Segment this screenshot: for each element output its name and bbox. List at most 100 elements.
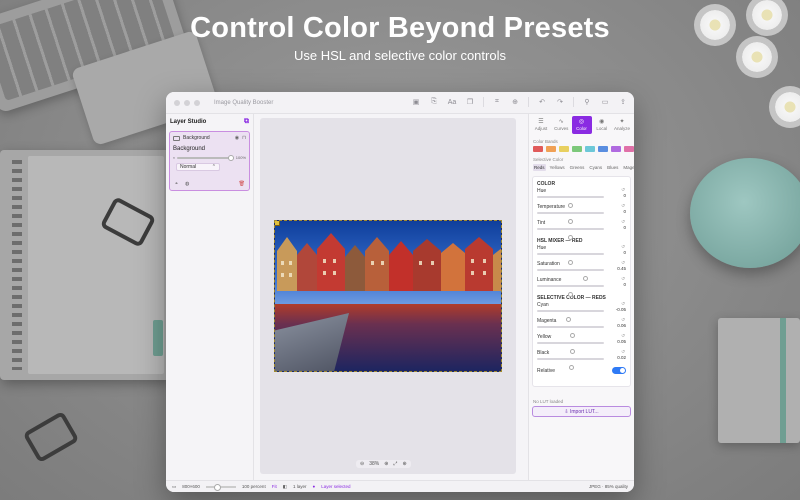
fx-icon[interactable]: ◍ <box>185 181 189 187</box>
add-layer-icon[interactable]: ⧉ <box>244 118 249 126</box>
slider-value[interactable]: 0 <box>606 282 626 287</box>
canvas-size[interactable]: 800×600 <box>182 484 200 489</box>
selective-tab-yellows[interactable]: Yellows <box>549 164 566 171</box>
close-window-button[interactable] <box>174 99 180 106</box>
photo-layer[interactable] <box>274 220 502 372</box>
zoom-out-icon[interactable]: ⊖ <box>360 461 364 467</box>
selective-tab-magen[interactable]: Magen <box>622 164 634 171</box>
color-band-swatch[interactable] <box>585 146 595 152</box>
color-band-swatch[interactable] <box>572 146 582 152</box>
lock-icon[interactable]: ⊓ <box>242 135 246 141</box>
slider-knob[interactable] <box>568 292 573 297</box>
relative-toggle[interactable] <box>612 367 626 374</box>
import-lut-button[interactable]: ⇩ Import LUT... <box>532 406 631 417</box>
slider-row: Temperature ↺ 0 <box>537 203 626 224</box>
tab-label: Local <box>596 126 608 131</box>
slider-track[interactable] <box>537 269 604 281</box>
visibility-eye-icon[interactable]: ◉ <box>235 135 239 141</box>
slider-value[interactable]: 0.06 <box>606 323 626 328</box>
fit-screen-icon[interactable]: ⤢ <box>393 461 397 467</box>
canvas-size-icon: ▭ <box>172 483 177 489</box>
blend-mode-select[interactable]: Normal ⌃ <box>176 163 220 171</box>
slider-value[interactable]: 0.45 <box>606 266 626 271</box>
flower-prop <box>775 92 800 122</box>
duplicate-icon[interactable]: ❐ <box>465 98 475 106</box>
minimize-window-button[interactable] <box>184 99 190 106</box>
redo-icon[interactable]: ↷ <box>555 98 565 106</box>
layer-title: Background <box>183 135 210 141</box>
tab-color[interactable]: ◎ Color <box>571 116 592 134</box>
color-band-swatch[interactable] <box>533 146 543 152</box>
slider-row: Yellow ↺ 0.05 <box>537 333 626 354</box>
zoom-controls: ⊖ 38% ⊕ ⤢ ⊕ <box>356 460 411 468</box>
slider-knob[interactable] <box>568 365 574 370</box>
layer-name-field[interactable]: Background <box>173 146 246 152</box>
slider-track[interactable] <box>537 253 604 265</box>
text-icon[interactable]: Aa <box>447 99 457 106</box>
slider-value[interactable]: 0 <box>606 193 626 198</box>
slider-track[interactable] <box>537 285 604 297</box>
slider-value[interactable]: 0.05 <box>606 339 626 344</box>
slider-track[interactable] <box>537 310 604 322</box>
canvas-area[interactable]: ⊖ 38% ⊕ ⤢ ⊕ <box>260 118 516 474</box>
slider-track[interactable] <box>537 228 604 240</box>
zoom-in-icon[interactable]: ⊕ <box>384 461 388 467</box>
zoom-slider[interactable] <box>205 484 236 491</box>
stamp-icon[interactable]: ⎘ <box>429 98 439 106</box>
slider-label: Black <box>537 350 550 356</box>
undo-icon[interactable]: ↶ <box>537 98 547 106</box>
slider-track[interactable] <box>537 212 604 224</box>
slider-value[interactable]: 0 <box>606 250 626 255</box>
slider-label: Hue <box>537 245 547 251</box>
slider-label: Luminance <box>537 277 562 283</box>
tab-local[interactable]: ◉ Local <box>592 116 612 134</box>
crop-icon[interactable]: ⌗ <box>492 98 502 106</box>
adjust-tab-icon: ☰ <box>538 119 544 125</box>
mask-icon[interactable]: ◓ <box>175 181 178 187</box>
tab-curves[interactable]: ∿ Curves <box>551 116 571 134</box>
slider-value[interactable]: 0 <box>606 209 626 214</box>
slider-knob[interactable] <box>568 235 573 240</box>
slider-track[interactable] <box>537 358 604 370</box>
color-band-swatch[interactable] <box>559 146 569 152</box>
file-format-info: JPEG · 85% quality <box>588 484 628 489</box>
import-icon: ⇩ <box>564 409 569 415</box>
book-prop <box>718 318 800 443</box>
slider-label: Magenta <box>537 318 557 324</box>
export-icon[interactable]: ⇪ <box>618 98 628 106</box>
trash-icon[interactable]: 🗑 <box>239 181 245 187</box>
color-band-swatches <box>533 146 634 152</box>
layer-card[interactable]: Background ◉ ⊓ Background ◐ 100% Normal … <box>169 131 250 191</box>
inspector-panel: ☰ Adjust ∿ Curves ◎ Color ◉ Local ✦ Analyze Color… <box>528 114 634 480</box>
tab-analyze[interactable]: ✦ Analyze <box>612 116 632 134</box>
share-graph-icon[interactable]: ⚲ <box>582 98 592 106</box>
selective-tab-greens[interactable]: Greens <box>569 164 586 171</box>
color-band-swatch[interactable] <box>611 146 621 152</box>
display-icon[interactable]: ▭ <box>600 98 610 106</box>
fit-button[interactable]: Fit <box>272 484 277 489</box>
color-band-swatch[interactable] <box>546 146 556 152</box>
selective-tab-reds[interactable]: Reds <box>533 164 546 171</box>
color-band-swatch[interactable] <box>624 146 634 152</box>
image-icon[interactable]: ▣ <box>411 98 421 106</box>
slider-track[interactable] <box>537 342 604 354</box>
window-title: Image Quality Booster <box>214 99 274 106</box>
slider-value[interactable]: 0.02 <box>606 355 626 360</box>
slider-value[interactable]: -0.05 <box>606 307 626 312</box>
selection-handle[interactable] <box>275 221 280 226</box>
blend-mode-value: Normal <box>180 164 197 170</box>
slider-track[interactable] <box>537 196 604 208</box>
selected-icon: ● <box>312 484 316 489</box>
selective-tab-blues[interactable]: Blues <box>606 164 619 171</box>
tab-adjust[interactable]: ☰ Adjust <box>531 116 551 134</box>
slider-label: Tint <box>537 220 546 226</box>
zoom-actual-icon[interactable]: ⊕ <box>402 461 406 467</box>
layer-selected-status: Layer selected <box>321 484 351 489</box>
target-icon[interactable]: ⊕ <box>510 98 520 106</box>
slider-value[interactable]: 0 <box>606 225 626 230</box>
selective-tab-cyans[interactable]: Cyans <box>588 164 603 171</box>
zoom-window-button[interactable] <box>194 99 200 106</box>
opacity-slider[interactable]: ◐ 100% <box>173 154 246 161</box>
color-band-swatch[interactable] <box>598 146 608 152</box>
slider-track[interactable] <box>537 326 604 338</box>
